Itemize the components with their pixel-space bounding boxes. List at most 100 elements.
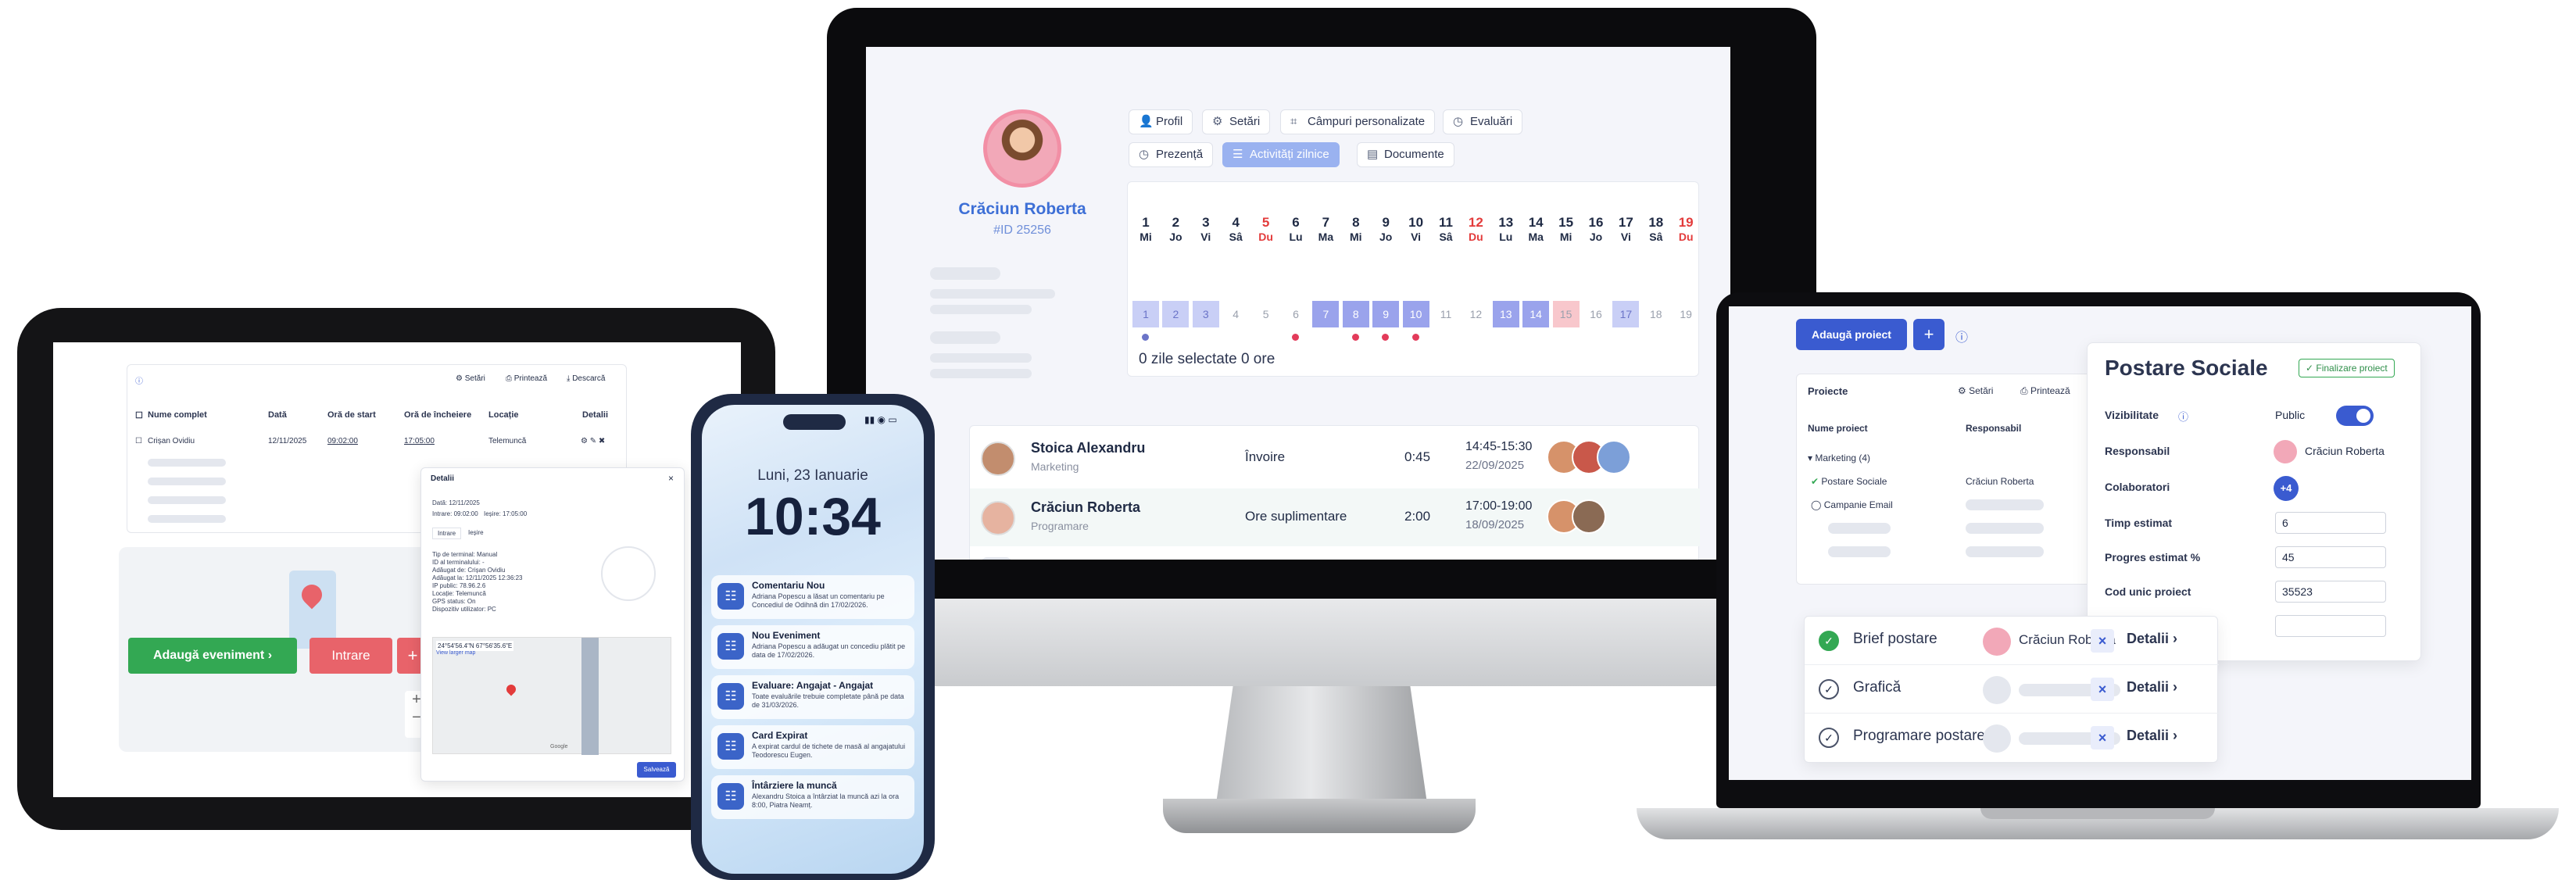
skeleton-line — [1828, 546, 1891, 557]
tab-intrare[interactable]: Intrare — [432, 528, 462, 539]
row-checkbox[interactable]: ☐ — [135, 437, 142, 445]
check-icon[interactable]: ✓ — [1819, 728, 1839, 748]
print-button[interactable]: ⎙ Printează — [2020, 385, 2070, 397]
weekday-label: Vi — [1411, 231, 1422, 243]
calendar-cell[interactable]: 16 — [1583, 301, 1609, 327]
calendar-cell[interactable]: 7 — [1312, 301, 1340, 327]
google-map[interactable]: 24°54'56.4"N 67°56'35.6"E View larger ma… — [432, 637, 671, 755]
progress-input[interactable]: 45 — [2275, 546, 2386, 568]
calendar-cell[interactable]: 11 — [1433, 301, 1459, 327]
calendar-cell[interactable]: 13 — [1492, 301, 1519, 327]
weekday-label: Du — [1258, 231, 1273, 243]
calendar-cell[interactable]: 9 — [1372, 301, 1400, 327]
column-header[interactable]: Responsabil — [1966, 423, 2021, 434]
check-icon[interactable]: ✓ — [1819, 631, 1839, 651]
notification[interactable]: ☷ Întârziere la muncă Alexandru Stoica a î… — [711, 775, 914, 819]
table-title: Proiecte — [1808, 385, 1848, 397]
day-number: 14 — [1528, 215, 1544, 230]
task-row[interactable]: ✓ Grafică × Detalii › — [1805, 665, 2219, 714]
tab-evaluari[interactable]: ◷ Evaluări — [1443, 109, 1523, 134]
details-button[interactable]: Detalii › — [2127, 728, 2177, 744]
column-header[interactable]: Locație — [488, 410, 519, 420]
checkin-button[interactable]: Intrare — [309, 638, 392, 674]
attendance-row[interactable]: Crăciun Roberta Programare Ore supliment… — [970, 488, 1700, 546]
map-link[interactable]: View larger map — [436, 650, 475, 656]
column-header[interactable]: Dată — [268, 410, 287, 420]
panel-title: Postare Sociale — [2105, 356, 2268, 380]
group-row[interactable]: ▾ Marketing (4) — [1808, 453, 1870, 463]
calendar-cell[interactable]: 18 — [1643, 301, 1669, 327]
empty-input[interactable] — [2275, 615, 2386, 637]
details-button[interactable]: Detalii › — [2127, 631, 2177, 647]
remove-icon[interactable]: × — [2091, 629, 2114, 653]
notification[interactable]: ☷ Card Expirat A expirat cardul de tichete… — [711, 725, 914, 769]
calendar-cell[interactable]: 10 — [1402, 301, 1429, 327]
tab-profil[interactable]: 👤 Profil — [1129, 109, 1193, 134]
tab-iesire[interactable]: Ieșire — [468, 529, 484, 536]
print-button[interactable]: ⎙ Printează — [506, 374, 547, 383]
notification[interactable]: ☷ Comentariu Nou Adriana Popescu a lăsat u… — [711, 575, 914, 619]
calendar-cell[interactable]: 14 — [1522, 301, 1550, 327]
fields-icon: ⌗ — [1290, 115, 1297, 128]
notification[interactable]: ☷ Evaluare: Angajat - Angajat Toate evaluă… — [711, 675, 914, 719]
tab-prezenta[interactable]: ◷ Prezență — [1129, 142, 1214, 167]
download-button[interactable]: ⤓ Descarcă — [567, 374, 605, 383]
calendar-cell[interactable]: 15 — [1552, 301, 1580, 327]
calendar-cell[interactable]: 12 — [1462, 301, 1489, 327]
calendar-cell[interactable]: 3 — [1192, 301, 1219, 327]
printer-icon: ⎙ — [2020, 385, 2030, 396]
info-icon[interactable]: ⓘ — [2178, 409, 2188, 424]
row-start[interactable]: 09:02:00 — [327, 437, 358, 445]
tab-activitati-zilnice[interactable]: ☰ Activități zilnice — [1222, 142, 1340, 167]
table-row[interactable]: ◯ Campanie Email — [1811, 499, 1893, 510]
project-details-panel: Postare Sociale ✓ Finalizare proiect Viz… — [2087, 342, 2421, 661]
column-header[interactable]: Oră de start — [327, 410, 376, 420]
visibility-toggle[interactable] — [2336, 406, 2374, 426]
remove-icon[interactable]: × — [2091, 726, 2114, 749]
column-header[interactable]: Oră de încheiere — [404, 410, 471, 420]
column-header[interactable]: Nume complet — [148, 410, 207, 420]
add-event-button[interactable]: Adaugă eveniment › — [128, 638, 297, 674]
skeleton-line — [1966, 499, 2044, 510]
tab-campuri-personalizate[interactable]: ⌗ Câmpuri personalizate — [1280, 109, 1436, 134]
dialog-title: Detalii — [431, 474, 455, 483]
tab-documente[interactable]: ▤ Documente — [1357, 142, 1454, 167]
calendar-cell[interactable]: 6 — [1283, 301, 1309, 327]
row-actions[interactable]: ⚙ ✎ ✖ — [581, 437, 605, 445]
details-button[interactable]: Detalii › — [2127, 679, 2177, 696]
calendar-cell[interactable]: 1 — [1132, 301, 1159, 327]
project-code-input[interactable]: 35523 — [2275, 581, 2386, 603]
select-all-checkbox[interactable]: ☐ — [135, 410, 143, 420]
column-header[interactable]: Nume proiect — [1808, 423, 1868, 434]
calendar-cell[interactable]: 2 — [1162, 301, 1190, 327]
estimated-time-input[interactable]: 6 — [2275, 512, 2386, 534]
info-icon[interactable]: ⓘ — [1955, 327, 1968, 345]
skeleton-line — [930, 369, 1032, 378]
attendance-row[interactable]: Stoica Alexandru Marketing Învoire 0:45 … — [970, 429, 1700, 487]
check-icon[interactable]: ✓ — [1819, 679, 1839, 699]
calendar-cell[interactable]: 4 — [1222, 301, 1249, 327]
task-row[interactable]: ✓ Brief postare Crăciun Roberta × Detali… — [1805, 617, 2219, 665]
save-button[interactable]: Salvează — [637, 762, 676, 778]
tab-setari[interactable]: ⚙ Setări — [1202, 109, 1271, 134]
settings-button[interactable]: ⚙ Setări — [456, 374, 485, 383]
info-icon[interactable]: ⓘ — [135, 374, 143, 386]
calendar-cell[interactable]: 5 — [1253, 301, 1279, 327]
calendar-cell[interactable]: 17 — [1612, 301, 1640, 327]
remove-icon[interactable]: × — [2091, 678, 2114, 701]
task-row[interactable]: ✓ Programare postare × Detalii › — [1805, 714, 2219, 762]
table-row[interactable]: ✔ Postare Sociale — [1811, 476, 1887, 487]
row-end[interactable]: 17:05:00 — [404, 437, 435, 445]
settings-button[interactable]: ⚙ Setări — [1958, 385, 1993, 396]
notification[interactable]: ☷ Nou Eveniment Adriana Popescu a adăugat … — [711, 625, 914, 669]
approver-avatar — [1572, 499, 1606, 534]
collaborators-badge[interactable]: +4 — [2274, 476, 2299, 501]
close-icon[interactable]: × — [668, 473, 674, 484]
calendar-cell[interactable]: 8 — [1342, 301, 1369, 327]
skeleton-line — [930, 289, 1055, 299]
add-button[interactable]: + — [1913, 319, 1945, 350]
finalize-project-button[interactable]: ✓ Finalizare proiect — [2299, 359, 2395, 377]
add-project-button[interactable]: Adaugă proiect — [1796, 319, 1907, 350]
column-header[interactable]: Detalii — [582, 410, 608, 420]
calendar-cell[interactable]: 19 — [1673, 301, 1699, 327]
